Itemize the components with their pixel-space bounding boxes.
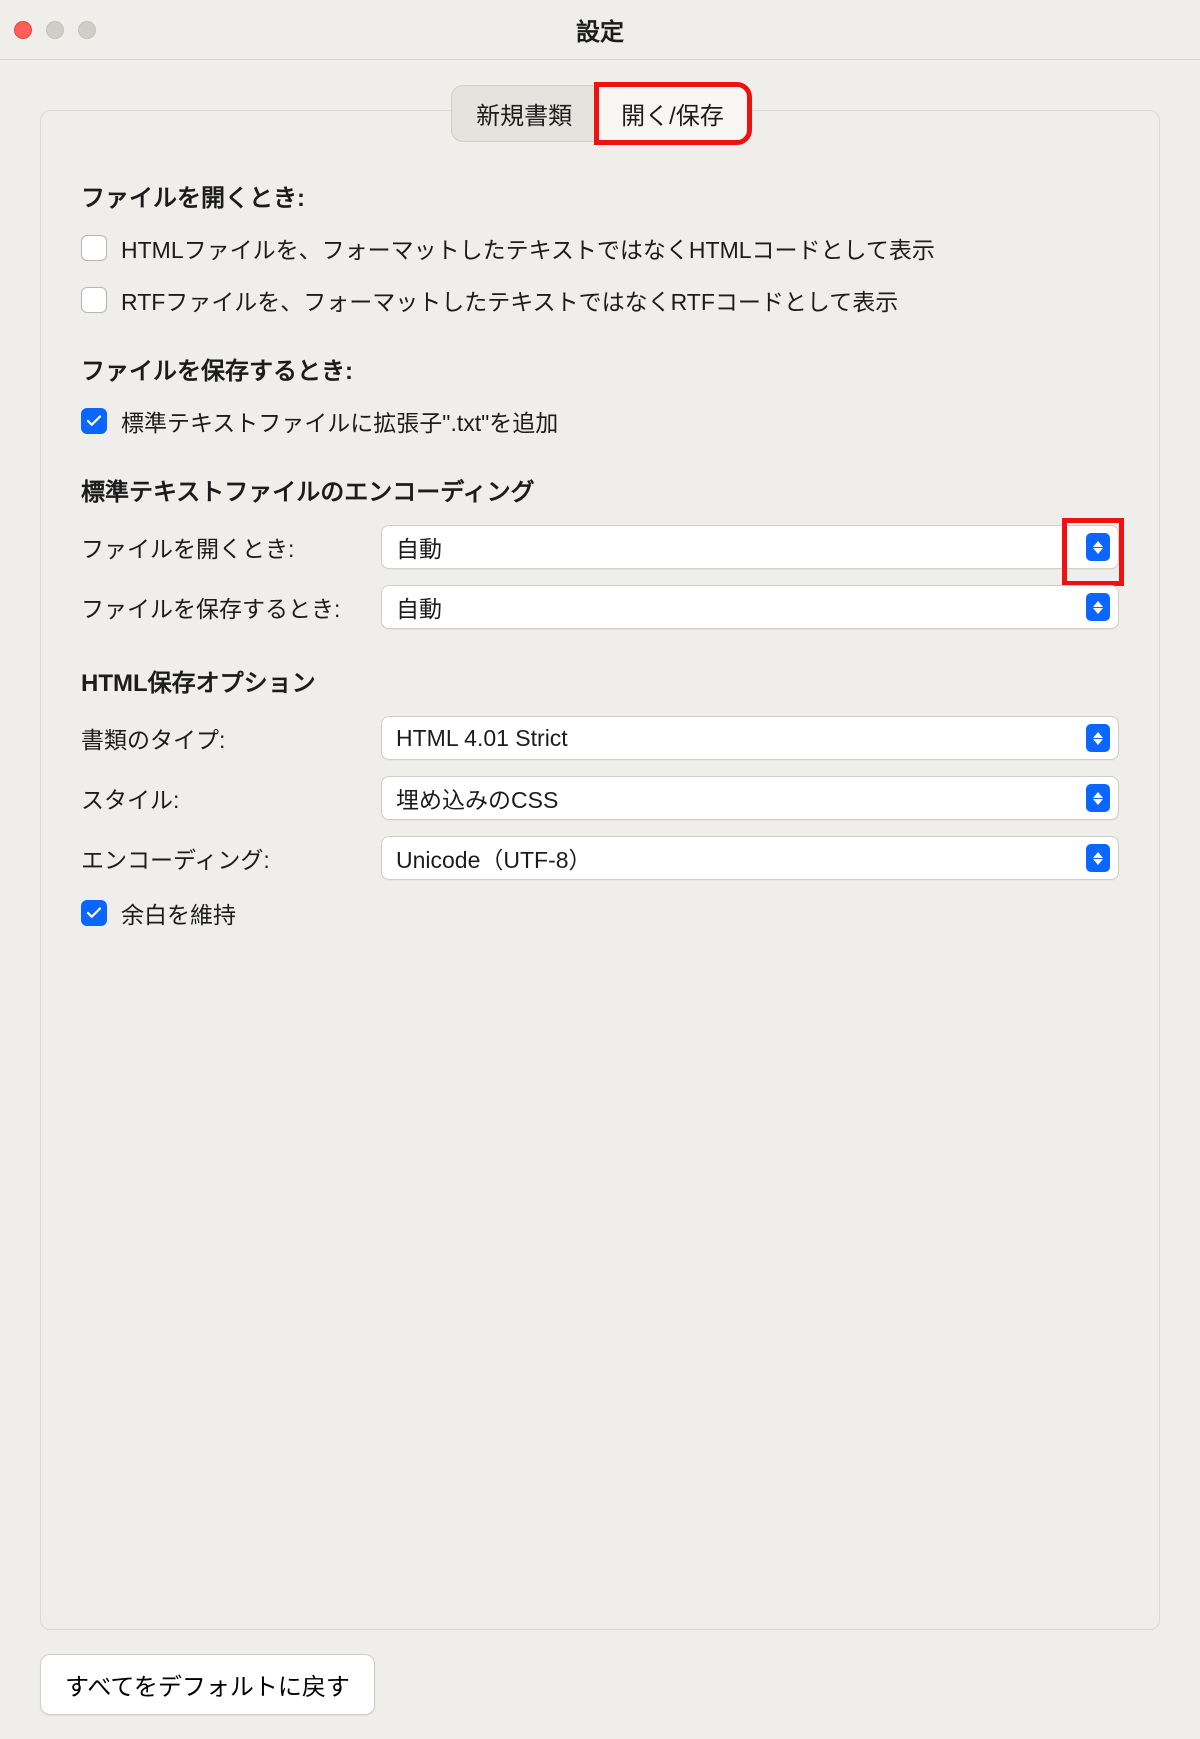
row-encoding-open: ファイルを開くとき: 自動	[81, 525, 1119, 569]
select-html-encoding[interactable]: Unicode（UTF-8）	[381, 836, 1119, 880]
row-encoding-save: ファイルを保存するとき: 自動	[81, 585, 1119, 629]
row-style: スタイル: 埋め込みのCSS	[81, 776, 1119, 820]
section-open-title: ファイルを開くとき:	[81, 178, 1119, 213]
section-html: HTML保存オプション 書類のタイプ: HTML 4.01 Strict スタイ…	[81, 663, 1119, 930]
check-add-txt-label: 標準テキストファイルに拡張子".txt"を追加	[121, 404, 558, 438]
section-encoding-title: 標準テキストファイルのエンコーディング	[81, 472, 1119, 507]
chevron-up-down-icon	[1086, 844, 1110, 872]
section-save: ファイルを保存するとき: 標準テキストファイルに拡張子".txt"を追加	[81, 351, 1119, 438]
tabs: 新規書類 開く/保存	[81, 85, 1119, 142]
check-html-as-code-label: HTMLファイルを、フォーマットしたテキストではなくHTMLコードとして表示	[121, 231, 935, 265]
check-rtf-as-code-row[interactable]: RTFファイルを、フォーマットしたテキストではなくRTFコードとして表示	[81, 283, 1119, 317]
reset-defaults-button[interactable]: すべてをデフォルトに戻す	[40, 1654, 375, 1715]
row-html-encoding: エンコーディング: Unicode（UTF-8）	[81, 836, 1119, 880]
select-encoding-save-value: 自動	[396, 590, 442, 624]
row-doc-type: 書類のタイプ: HTML 4.01 Strict	[81, 716, 1119, 760]
label-style: スタイル:	[81, 781, 381, 815]
select-style[interactable]: 埋め込みのCSS	[381, 776, 1119, 820]
checkbox-rtf-as-code[interactable]	[81, 287, 107, 313]
checkbox-add-txt[interactable]	[81, 408, 107, 434]
chevron-up-down-icon	[1086, 784, 1110, 812]
select-encoding-open-value: 自動	[396, 530, 442, 564]
label-html-encoding: エンコーディング:	[81, 841, 381, 875]
window-title: 設定	[0, 12, 1200, 47]
titlebar: 設定	[0, 0, 1200, 60]
select-encoding-save[interactable]: 自動	[381, 585, 1119, 629]
chevron-up-down-icon	[1086, 724, 1110, 752]
check-preserve-whitespace-row[interactable]: 余白を維持	[81, 896, 1119, 930]
tab-new-document[interactable]: 新規書類	[451, 85, 597, 142]
minimize-window-button[interactable]	[46, 21, 64, 39]
select-doc-type[interactable]: HTML 4.01 Strict	[381, 716, 1119, 760]
label-encoding-open: ファイルを開くとき:	[81, 530, 381, 564]
close-window-button[interactable]	[14, 21, 32, 39]
section-open: ファイルを開くとき: HTMLファイルを、フォーマットしたテキストではなくHTM…	[81, 178, 1119, 317]
section-html-title: HTML保存オプション	[81, 663, 1119, 698]
label-encoding-save: ファイルを保存するとき:	[81, 590, 381, 624]
check-rtf-as-code-label: RTFファイルを、フォーマットしたテキストではなくRTFコードとして表示	[121, 283, 898, 317]
check-add-txt-row[interactable]: 標準テキストファイルに拡張子".txt"を追加	[81, 404, 1119, 438]
tab-open-save[interactable]: 開く/保存	[597, 85, 749, 142]
section-encoding: 標準テキストファイルのエンコーディング ファイルを開くとき: 自動 ファイルを保…	[81, 472, 1119, 629]
chevron-up-down-icon	[1086, 593, 1110, 621]
select-html-encoding-value: Unicode（UTF-8）	[396, 841, 592, 875]
select-style-value: 埋め込みのCSS	[396, 781, 558, 815]
settings-frame: 新規書類 開く/保存 ファイルを開くとき: HTMLファイルを、フォーマットした…	[40, 110, 1160, 1630]
label-doc-type: 書類のタイプ:	[81, 721, 381, 755]
section-save-title: ファイルを保存するとき:	[81, 351, 1119, 386]
checkbox-preserve-whitespace[interactable]	[81, 900, 107, 926]
check-html-as-code-row[interactable]: HTMLファイルを、フォーマットしたテキストではなくHTMLコードとして表示	[81, 231, 1119, 265]
select-encoding-open[interactable]: 自動	[381, 525, 1119, 569]
check-icon	[85, 904, 103, 922]
zoom-window-button[interactable]	[78, 21, 96, 39]
checkbox-html-as-code[interactable]	[81, 235, 107, 261]
chevron-up-down-icon	[1086, 533, 1110, 561]
check-preserve-whitespace-label: 余白を維持	[121, 896, 236, 930]
check-icon	[85, 412, 103, 430]
select-doc-type-value: HTML 4.01 Strict	[396, 725, 568, 752]
traffic-lights	[14, 21, 96, 39]
